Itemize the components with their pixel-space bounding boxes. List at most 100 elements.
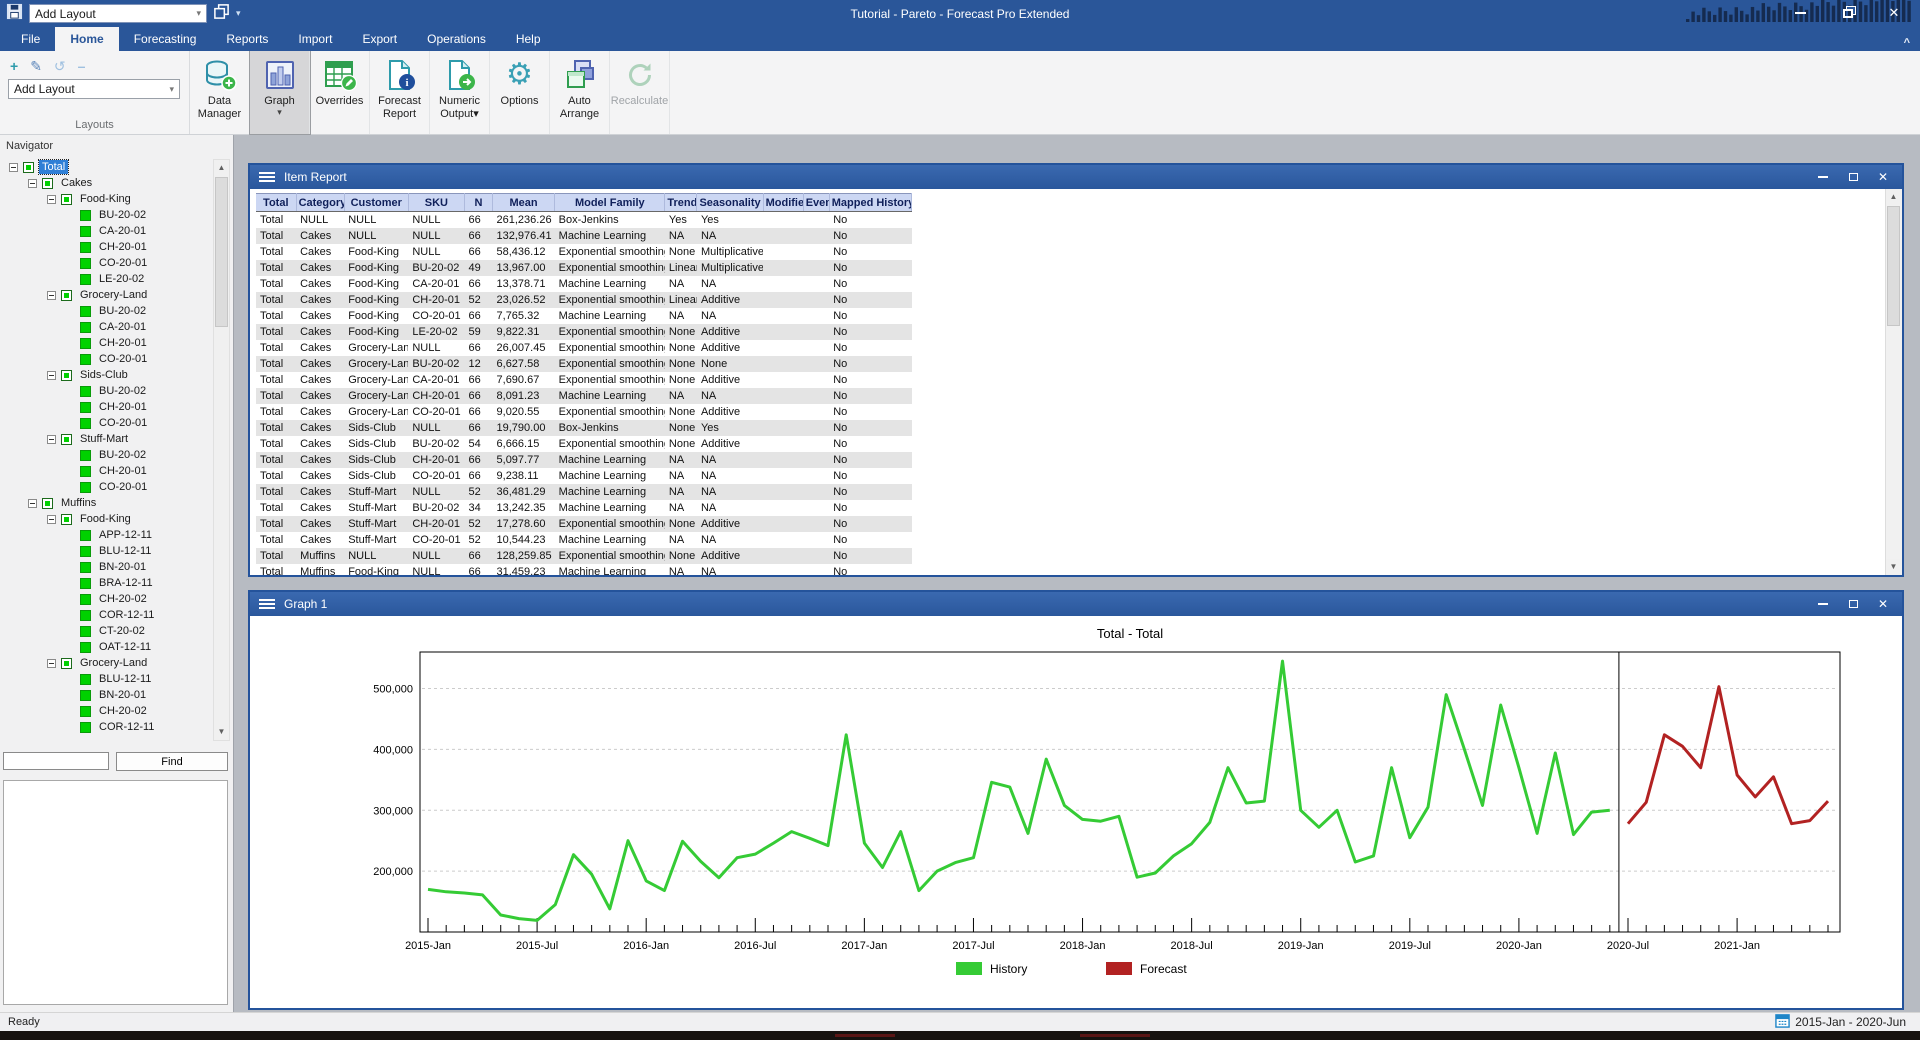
remove-layout-icon[interactable]: –: [78, 59, 86, 73]
tree-item-bn-20-01[interactable]: BN-20-01: [3, 559, 211, 575]
column-header-category[interactable]: Category: [296, 194, 344, 212]
table-row[interactable]: TotalCakesSids-ClubCO-20-01669,238.11Mac…: [256, 468, 912, 484]
table-row[interactable]: TotalCakesStuff-MartCO-20-015210,544.23M…: [256, 532, 912, 548]
ribbon-button-forecast-report[interactable]: iForecast Report: [370, 51, 430, 134]
table-row[interactable]: TotalCakesSids-ClubNULL6619,790.00Box-Je…: [256, 420, 912, 436]
column-header-model-family[interactable]: Model Family: [555, 194, 665, 212]
ribbon-button-numeric-output[interactable]: Numeric Output▾: [430, 51, 490, 134]
table-row[interactable]: TotalCakesSids-ClubBU-20-02546,666.15Exp…: [256, 436, 912, 452]
collapse-icon[interactable]: [47, 291, 56, 300]
minimize-icon[interactable]: [1808, 594, 1838, 614]
maximize-icon[interactable]: [1838, 167, 1868, 187]
tree-item-co-20-01[interactable]: CO-20-01: [3, 479, 211, 495]
tree-item-ca-20-01[interactable]: CA-20-01: [3, 223, 211, 239]
scrollbar-thumb[interactable]: [1887, 206, 1900, 326]
minimize-button[interactable]: [1786, 3, 1814, 23]
item-report-scrollbar[interactable]: ▲ ▼: [1885, 189, 1902, 575]
tree-item-ch-20-01[interactable]: CH-20-01: [3, 335, 211, 351]
ribbon-button-options[interactable]: ⚙Options: [490, 51, 550, 134]
tab-help[interactable]: Help: [501, 27, 556, 51]
tree-item-muffins[interactable]: Muffins: [3, 495, 211, 511]
ribbon-button-overrides[interactable]: Overrides: [310, 51, 370, 134]
graph-titlebar[interactable]: Graph 1 ✕: [250, 592, 1902, 616]
ribbon-collapse-icon[interactable]: ^: [1904, 37, 1910, 49]
close-icon[interactable]: ✕: [1868, 594, 1898, 614]
tree-item-ch-20-01[interactable]: CH-20-01: [3, 463, 211, 479]
tree-item-stuff-mart[interactable]: Stuff-Mart: [3, 431, 211, 447]
collapse-icon[interactable]: [47, 659, 56, 668]
tree-item-ch-20-02[interactable]: CH-20-02: [3, 591, 211, 607]
table-row[interactable]: TotalCakesNULLNULL66132,976.41Machine Le…: [256, 228, 912, 244]
ribbon-button-data-manager[interactable]: Data Manager: [190, 51, 250, 134]
tree-item-blu-12-11[interactable]: BLU-12-11: [3, 671, 211, 687]
add-layout-icon[interactable]: +: [10, 59, 18, 73]
table-row[interactable]: TotalCakesGrocery-LandCA-20-01667,690.67…: [256, 372, 912, 388]
column-header-customer[interactable]: Customer: [344, 194, 408, 212]
table-row[interactable]: TotalMuffinsNULLNULL66128,259.85Exponent…: [256, 548, 912, 564]
table-row[interactable]: TotalCakesStuff-MartBU-20-023413,242.35M…: [256, 500, 912, 516]
tree-item-bu-20-02[interactable]: BU-20-02: [3, 207, 211, 223]
collapse-icon[interactable]: [28, 499, 37, 508]
tree-item-grocery-land[interactable]: Grocery-Land: [3, 655, 211, 671]
tree-item-ch-20-01[interactable]: CH-20-01: [3, 399, 211, 415]
collapse-icon[interactable]: [9, 163, 18, 172]
column-header-trend[interactable]: Trend: [665, 194, 697, 212]
table-row[interactable]: TotalCakesFood-KingBU-20-024913,967.00Ex…: [256, 260, 912, 276]
column-header-event[interactable]: Event: [803, 194, 829, 212]
tree-item-sids-club[interactable]: Sids-Club: [3, 367, 211, 383]
scrollbar-thumb[interactable]: [215, 177, 228, 327]
tree-item-ct-20-02[interactable]: CT-20-02: [3, 623, 211, 639]
ribbon-button-auto-arrange[interactable]: Auto Arrange: [550, 51, 610, 134]
table-row[interactable]: TotalCakesGrocery-LandCH-20-01668,091.23…: [256, 388, 912, 404]
tree-item-total[interactable]: Total: [3, 159, 211, 175]
tree-item-le-20-02[interactable]: LE-20-02: [3, 271, 211, 287]
maximize-icon[interactable]: [1838, 594, 1868, 614]
tree-item-bn-20-01[interactable]: BN-20-01: [3, 687, 211, 703]
ribbon-layout-combobox[interactable]: Add Layout ▾: [8, 79, 180, 99]
tree-item-blu-12-11[interactable]: BLU-12-11: [3, 543, 211, 559]
layout-combobox[interactable]: Add Layout ▾: [29, 4, 207, 23]
tree-item-food-king[interactable]: Food-King: [3, 511, 211, 527]
tree-item-ch-20-02[interactable]: CH-20-02: [3, 703, 211, 719]
table-row[interactable]: TotalCakesGrocery-LandCO-20-01669,020.55…: [256, 404, 912, 420]
tree-item-oat-12-11[interactable]: OAT-12-11: [3, 639, 211, 655]
restore-button[interactable]: [1834, 3, 1862, 23]
tree-item-cor-12-11[interactable]: COR-12-11: [3, 719, 211, 735]
save-icon[interactable]: [6, 3, 23, 25]
close-button[interactable]: ✕: [1880, 3, 1908, 23]
table-row[interactable]: TotalCakesFood-KingNULL6658,436.12Expone…: [256, 244, 912, 260]
tab-export[interactable]: Export: [347, 27, 412, 51]
minimize-icon[interactable]: [1808, 167, 1838, 187]
tab-reports[interactable]: Reports: [211, 27, 283, 51]
find-input[interactable]: [3, 752, 109, 770]
undo-icon[interactable]: ↺: [54, 59, 66, 73]
tree-item-bra-12-11[interactable]: BRA-12-11: [3, 575, 211, 591]
collapse-icon[interactable]: [47, 371, 56, 380]
table-row[interactable]: TotalCakesFood-KingCA-20-016613,378.71Ma…: [256, 276, 912, 292]
collapse-icon[interactable]: [47, 195, 56, 204]
table-row[interactable]: TotalCakesFood-KingLE-20-02599,822.31Exp…: [256, 324, 912, 340]
new-window-icon[interactable]: [213, 3, 230, 25]
tab-operations[interactable]: Operations: [412, 27, 501, 51]
column-header-seasonality[interactable]: Seasonality: [697, 194, 763, 212]
tree-item-ca-20-01[interactable]: CA-20-01: [3, 319, 211, 335]
table-row[interactable]: TotalNULLNULLNULL66261,236.26Box-Jenkins…: [256, 212, 912, 229]
close-icon[interactable]: ✕: [1868, 167, 1898, 187]
column-header-mapped-history[interactable]: Mapped History: [829, 194, 911, 212]
scroll-up-icon[interactable]: ▲: [1886, 189, 1901, 205]
navigator-scrollbar[interactable]: ▲ ▼: [213, 159, 230, 741]
table-row[interactable]: TotalCakesStuff-MartNULL5236,481.29Machi…: [256, 484, 912, 500]
tree-item-cakes[interactable]: Cakes: [3, 175, 211, 191]
scroll-down-icon[interactable]: ▼: [1886, 559, 1901, 575]
menu-icon[interactable]: [259, 170, 275, 184]
tree-item-cor-12-11[interactable]: COR-12-11: [3, 607, 211, 623]
collapse-icon[interactable]: [47, 435, 56, 444]
tree-item-bu-20-02[interactable]: BU-20-02: [3, 383, 211, 399]
table-row[interactable]: TotalCakesFood-KingCH-20-015223,026.52Ex…: [256, 292, 912, 308]
item-report-titlebar[interactable]: Item Report ✕: [250, 165, 1902, 189]
column-header-total[interactable]: Total: [256, 194, 296, 212]
tree-item-co-20-01[interactable]: CO-20-01: [3, 415, 211, 431]
column-header-n[interactable]: N: [464, 194, 492, 212]
tree-item-food-king[interactable]: Food-King: [3, 191, 211, 207]
tab-import[interactable]: Import: [283, 27, 347, 51]
